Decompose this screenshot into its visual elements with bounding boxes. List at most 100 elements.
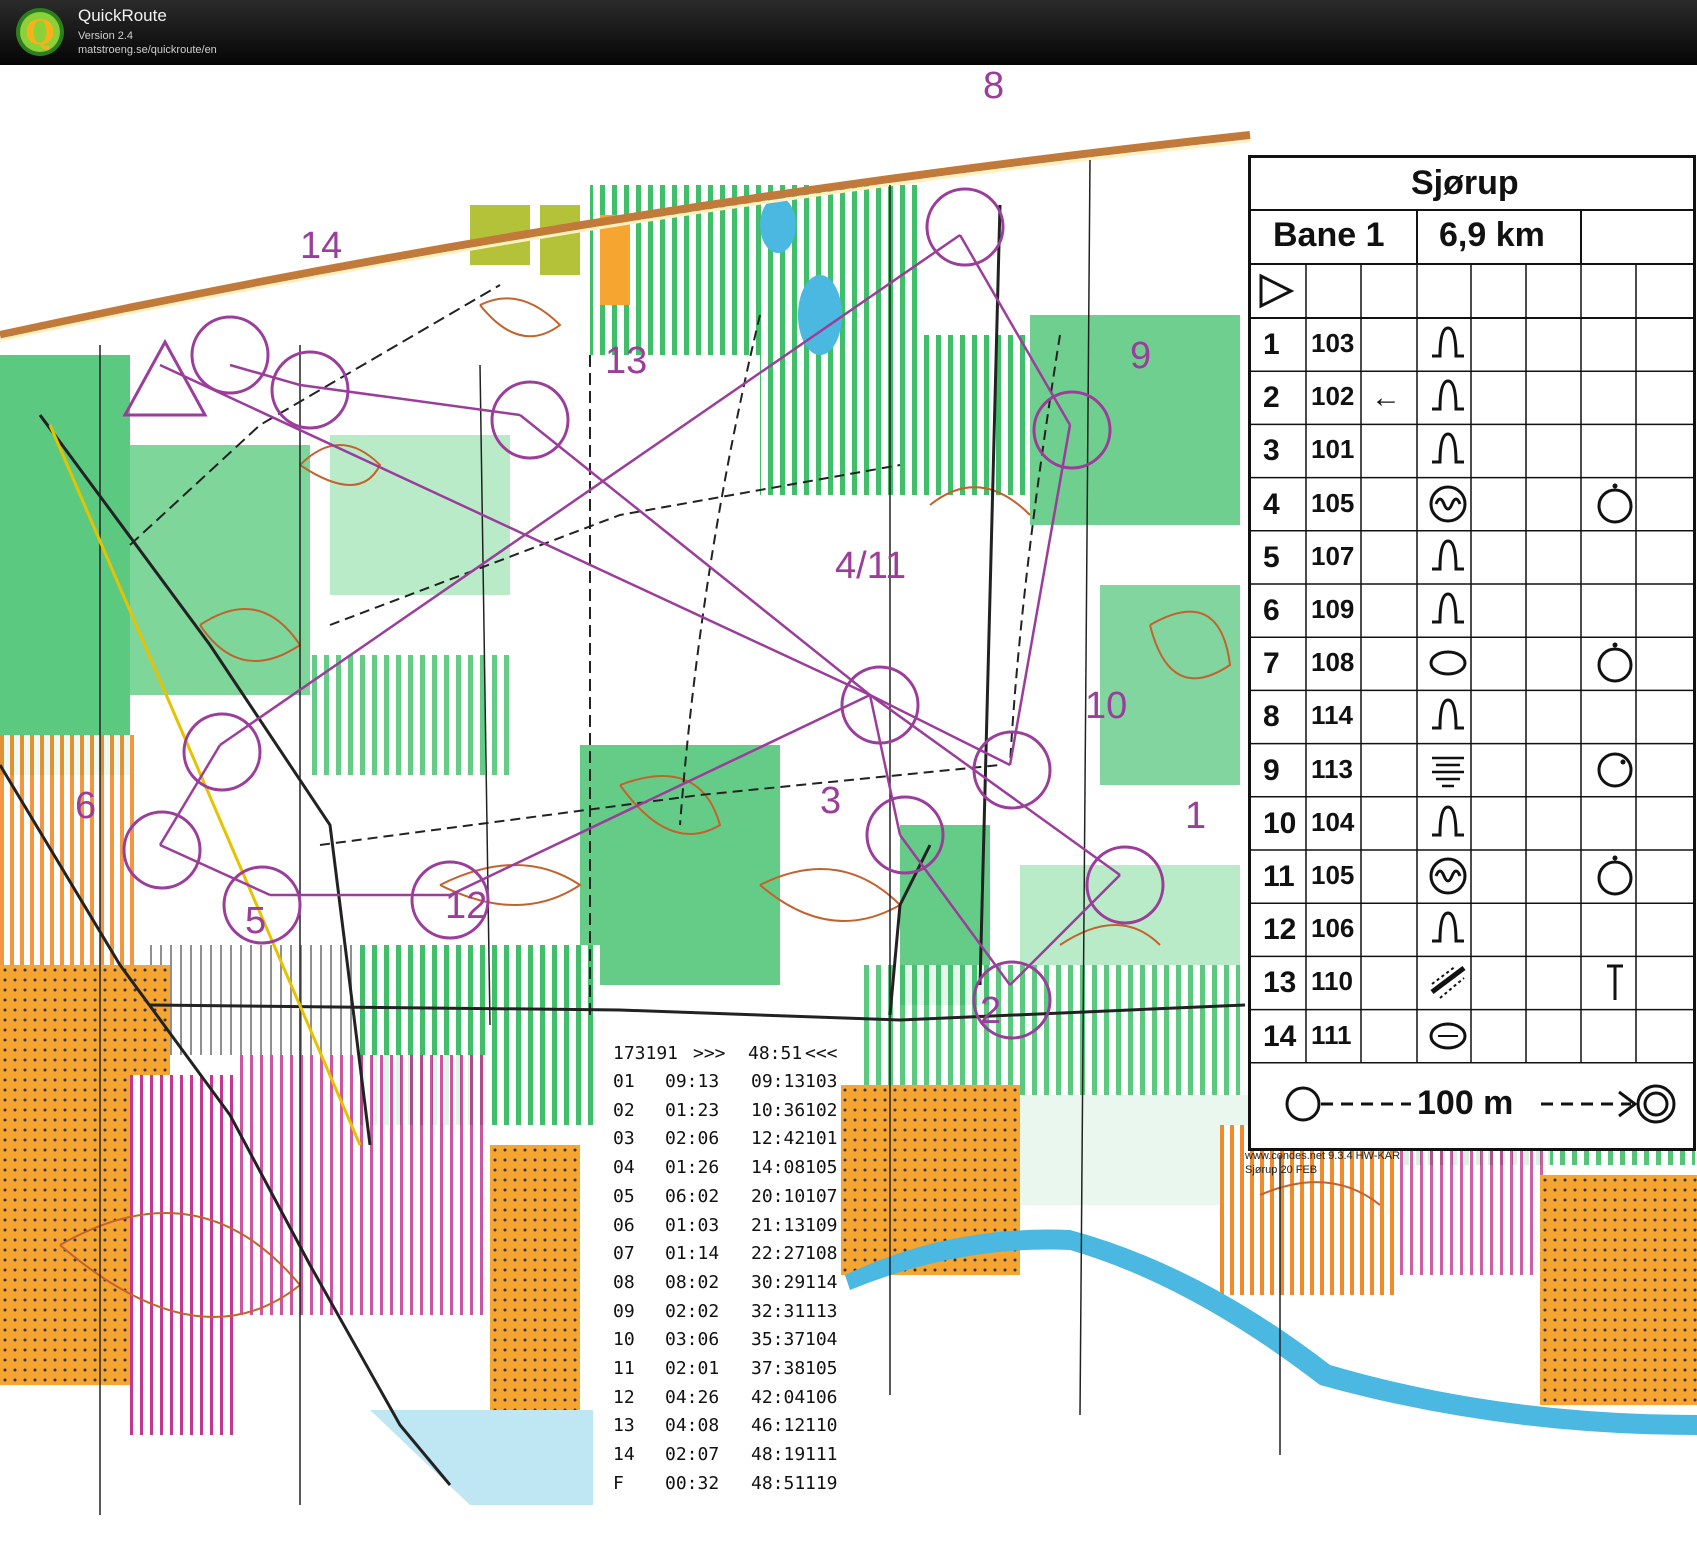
description-row: 1 103 xyxy=(1251,318,1693,371)
control-sequence-number: 1 xyxy=(1263,328,1280,361)
split-leg: 04 xyxy=(613,1157,635,1179)
split-cumulative: 30:29 xyxy=(751,1271,806,1293)
map-credit: www.condes.net 9.3.4 HW-KAR Sjørup 20 FE… xyxy=(1245,1149,1400,1177)
split-cumulative: 48:51 xyxy=(751,1472,806,1494)
split-leg: 06 xyxy=(613,1214,635,1236)
split-code: 105 xyxy=(805,1157,838,1179)
split-row: 12 04:26 42:04 106 xyxy=(593,1387,841,1415)
top-icon xyxy=(1597,642,1633,683)
description-row: 3 101 xyxy=(1251,424,1693,477)
split-cumulative: 48:19 xyxy=(751,1444,806,1466)
split-code: 106 xyxy=(805,1386,838,1408)
description-row: 9 113 xyxy=(1251,744,1693,797)
split-split: 06:02 xyxy=(665,1185,720,1207)
split-cumulative: 32:31 xyxy=(751,1300,806,1322)
split-leg: 01 xyxy=(613,1071,635,1092)
control-code: 113 xyxy=(1311,753,1353,784)
control-code: 114 xyxy=(1311,700,1353,731)
app-version: Version 2.4 xyxy=(78,30,134,42)
description-row: 13 110 xyxy=(1251,956,1693,1009)
split-cumulative: 09:13 xyxy=(751,1071,806,1092)
split-code: 113 xyxy=(805,1300,838,1322)
clearing-icon xyxy=(1429,650,1467,676)
top-icon xyxy=(1597,855,1633,896)
split-row: 14 02:07 48:19 111 xyxy=(593,1444,841,1472)
description-row: 12 106 xyxy=(1251,903,1693,956)
split-leg: 10 xyxy=(613,1329,635,1351)
description-row: 6 109 xyxy=(1251,584,1693,637)
split-split: 01:23 xyxy=(665,1099,720,1121)
split-code: 107 xyxy=(805,1185,838,1207)
app-title: QuickRoute xyxy=(78,6,167,25)
control-code: 107 xyxy=(1311,540,1355,571)
split-code: 114 xyxy=(805,1271,838,1293)
split-leg: 03 xyxy=(613,1128,635,1150)
control-sequence-number: 2 xyxy=(1263,381,1280,415)
split-row: 13 04:08 46:12 110 xyxy=(593,1415,841,1443)
split-cumulative: 42:04 xyxy=(751,1386,806,1408)
split-leg: 02 xyxy=(613,1099,635,1121)
split-split: 01:03 xyxy=(665,1214,720,1236)
knoll-icon xyxy=(1432,592,1464,624)
knoll-icon xyxy=(1432,539,1464,571)
app-url: matstroeng.se/quickroute/en xyxy=(78,44,217,56)
description-row: 10 104 xyxy=(1251,797,1693,850)
control-code: 108 xyxy=(1311,647,1355,678)
description-row: 2 102 ← xyxy=(1251,371,1693,424)
corner-icon xyxy=(1597,752,1633,788)
split-code: 108 xyxy=(805,1243,838,1265)
split-leg: 12 xyxy=(613,1386,635,1408)
depression-icon xyxy=(1429,1022,1467,1050)
split-cumulative: 10:36 xyxy=(751,1099,806,1121)
control-number-label: 8 xyxy=(983,65,1005,107)
split-leg: 14 xyxy=(613,1444,635,1466)
control-description-sheet: Sjørup Bane 1 6,9 km 1 103 2 102 ← 3 101 4 105 5 1… xyxy=(1248,155,1696,1151)
split-split: 02:01 xyxy=(665,1358,720,1379)
control-sequence-number: 9 xyxy=(1263,753,1280,787)
control-code: 104 xyxy=(1311,806,1355,837)
ditch-icon xyxy=(1430,965,1466,1000)
knoll-icon xyxy=(1432,326,1464,358)
description-row: 14 111 xyxy=(1251,1010,1693,1063)
description-row: 8 114 xyxy=(1251,690,1693,743)
knoll-icon xyxy=(1432,911,1464,943)
control-sequence-number: 5 xyxy=(1263,540,1280,574)
logo-letter: Q xyxy=(25,13,55,53)
split-cumulative: 21:13 xyxy=(751,1214,806,1236)
split-row: 03 02:06 12:42 101 xyxy=(593,1128,841,1156)
split-row: 09 02:02 32:31 113 xyxy=(593,1301,841,1329)
control-code: 105 xyxy=(1311,487,1355,518)
split-cumulative: 12:42 xyxy=(751,1128,806,1150)
split-leg: 05 xyxy=(613,1185,635,1207)
control-number-label: 5 xyxy=(245,900,267,942)
control-sequence-number: 8 xyxy=(1263,700,1280,734)
splits-total: 48:51 xyxy=(748,1043,803,1064)
knoll-icon xyxy=(1432,698,1464,730)
control-sequence-number: 13 xyxy=(1263,966,1297,1000)
split-split: 02:07 xyxy=(665,1444,720,1466)
splits-header: 173191 >>> 48:51 <<< xyxy=(593,1043,841,1071)
split-split: 03:06 xyxy=(665,1329,720,1351)
control-number-label: 6 xyxy=(75,785,97,827)
split-row: 06 01:03 21:13 109 xyxy=(593,1215,841,1243)
control-sequence-number: 3 xyxy=(1263,434,1280,468)
knoll-icon xyxy=(1432,379,1464,411)
control-sequence-number: 10 xyxy=(1263,806,1297,840)
split-cumulative: 20:10 xyxy=(751,1185,806,1207)
split-code: 102 xyxy=(805,1099,838,1121)
split-cumulative: 22:27 xyxy=(751,1243,806,1265)
orienteering-map[interactable]: 8 14 13 9 4/11 10 3 1 6 5 12 2 Sjørup Ba… xyxy=(0,65,1697,1552)
control-number-label: 14 xyxy=(300,225,343,267)
control-code: 109 xyxy=(1311,594,1355,624)
split-split: 09:13 xyxy=(665,1071,720,1092)
control-code: 106 xyxy=(1311,913,1355,944)
description-row: 11 105 xyxy=(1251,850,1693,903)
split-row: 10 03:06 35:37 104 xyxy=(593,1329,841,1357)
control-number-label: 3 xyxy=(820,780,842,822)
top-icon xyxy=(1597,483,1633,524)
split-cumulative: 14:08 xyxy=(751,1157,806,1179)
split-split: 02:02 xyxy=(665,1300,720,1322)
split-split: 00:32 xyxy=(665,1472,720,1494)
splits-id: 173191 xyxy=(613,1043,679,1064)
description-row: 5 107 xyxy=(1251,531,1693,584)
